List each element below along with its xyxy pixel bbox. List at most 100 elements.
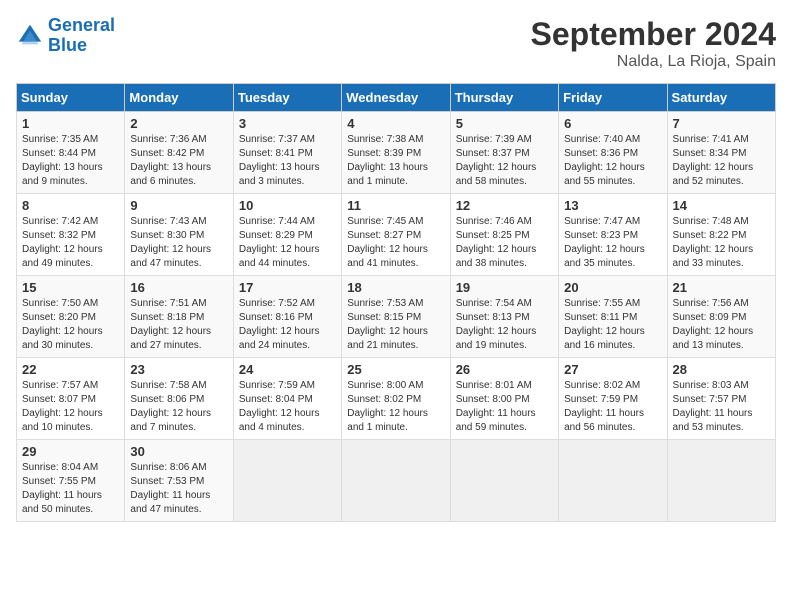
calendar-cell: 30Sunrise: 8:06 AMSunset: 7:53 PMDayligh… — [125, 440, 233, 522]
day-info: Sunrise: 7:50 AMSunset: 8:20 PMDaylight:… — [22, 297, 119, 353]
calendar-cell: 10 Sunrise: 7:44 AMSunset: 8:29 PMDayligh… — [233, 194, 341, 276]
calendar-cell — [342, 440, 450, 522]
day-info: Sunrise: 7:51 AMSunset: 8:18 PMDaylight:… — [130, 297, 227, 353]
day-info: Sunrise: 7:58 AMSunset: 8:06 PMDaylight:… — [130, 379, 227, 435]
day-info: Sunrise: 7:43 AMSunset: 8:30 PMDaylight:… — [130, 215, 227, 271]
calendar-cell: 17 Sunrise: 7:52 AMSunset: 8:16 PMDayligh… — [233, 276, 341, 358]
location: Nalda, La Rioja, Spain — [531, 53, 776, 71]
day-info: Sunrise: 7:47 AMSunset: 8:23 PMDaylight:… — [564, 215, 661, 271]
calendar-week-row: 29 Sunrise: 8:04 AMSunset: 7:55 PMDayligh… — [17, 440, 776, 522]
weekday-header-tuesday: Tuesday — [233, 84, 341, 112]
day-info: Sunrise: 7:48 AMSunset: 8:22 PMDaylight:… — [673, 215, 770, 271]
day-info: Sunrise: 7:39 AMSunset: 8:37 PMDaylight:… — [456, 133, 553, 189]
calendar-cell: 5 Sunrise: 7:39 AMSunset: 8:37 PMDaylight… — [450, 112, 558, 194]
day-number: 30 — [130, 444, 227, 459]
logo-icon — [16, 22, 44, 50]
day-number: 16 — [130, 280, 227, 295]
day-number: 18 — [347, 280, 444, 295]
day-info: Sunrise: 7:38 AMSunset: 8:39 PMDaylight:… — [347, 133, 444, 189]
day-info: Sunrise: 8:02 AMSunset: 7:59 PMDaylight:… — [564, 379, 661, 435]
day-info: Sunrise: 7:37 AMSunset: 8:41 PMDaylight:… — [239, 133, 336, 189]
day-number: 23 — [130, 362, 227, 377]
day-number: 11 — [347, 198, 444, 213]
logo-line2: Blue — [48, 35, 87, 55]
day-info: Sunrise: 7:52 AMSunset: 8:16 PMDaylight:… — [239, 297, 336, 353]
day-number: 10 — [239, 198, 336, 213]
calendar-week-row: 15 Sunrise: 7:50 AMSunset: 8:20 PMDayligh… — [17, 276, 776, 358]
day-number: 29 — [22, 444, 119, 459]
weekday-header-row: SundayMondayTuesdayWednesdayThursdayFrid… — [17, 84, 776, 112]
day-info: Sunrise: 7:57 AMSunset: 8:07 PMDaylight:… — [22, 379, 119, 435]
calendar-cell: 3Sunrise: 7:37 AMSunset: 8:41 PMDaylight… — [233, 112, 341, 194]
day-info: Sunrise: 7:36 AMSunset: 8:42 PMDaylight:… — [130, 133, 227, 189]
day-info: Sunrise: 7:53 AMSunset: 8:15 PMDaylight:… — [347, 297, 444, 353]
calendar-cell: 2 Sunrise: 7:36 AMSunset: 8:42 PMDaylight… — [125, 112, 233, 194]
day-number: 5 — [456, 116, 553, 131]
day-info: Sunrise: 7:41 AMSunset: 8:34 PMDaylight:… — [673, 133, 770, 189]
calendar-cell: 21 Sunrise: 7:56 AMSunset: 8:09 PMDayligh… — [667, 276, 775, 358]
day-number: 19 — [456, 280, 553, 295]
day-info: Sunrise: 8:04 AMSunset: 7:55 PMDaylight:… — [22, 461, 119, 517]
day-info: Sunrise: 7:56 AMSunset: 8:09 PMDaylight:… — [673, 297, 770, 353]
weekday-header-monday: Monday — [125, 84, 233, 112]
calendar-table: SundayMondayTuesdayWednesdayThursdayFrid… — [16, 83, 776, 522]
calendar-cell — [559, 440, 667, 522]
day-info: Sunrise: 7:44 AMSunset: 8:29 PMDaylight:… — [239, 215, 336, 271]
weekday-header-wednesday: Wednesday — [342, 84, 450, 112]
day-number: 17 — [239, 280, 336, 295]
day-number: 26 — [456, 362, 553, 377]
weekday-header-sunday: Sunday — [17, 84, 125, 112]
day-number: 21 — [673, 280, 770, 295]
day-number: 13 — [564, 198, 661, 213]
day-number: 20 — [564, 280, 661, 295]
day-info: Sunrise: 8:03 AMSunset: 7:57 PMDaylight:… — [673, 379, 770, 435]
day-number: 7 — [673, 116, 770, 131]
day-number: 25 — [347, 362, 444, 377]
day-info: Sunrise: 7:35 AMSunset: 8:44 PMDaylight:… — [22, 133, 119, 189]
day-number: 12 — [456, 198, 553, 213]
day-info: Sunrise: 7:59 AMSunset: 8:04 PMDaylight:… — [239, 379, 336, 435]
calendar-cell — [233, 440, 341, 522]
day-number: 4 — [347, 116, 444, 131]
calendar-week-row: 8Sunrise: 7:42 AMSunset: 8:32 PMDaylight… — [17, 194, 776, 276]
day-info: Sunrise: 7:55 AMSunset: 8:11 PMDaylight:… — [564, 297, 661, 353]
weekday-header-friday: Friday — [559, 84, 667, 112]
calendar-cell: 26 Sunrise: 8:01 AMSunset: 8:00 PMDayligh… — [450, 358, 558, 440]
calendar-cell: 25 Sunrise: 8:00 AMSunset: 8:02 PMDayligh… — [342, 358, 450, 440]
calendar-cell: 4 Sunrise: 7:38 AMSunset: 8:39 PMDaylight… — [342, 112, 450, 194]
calendar-cell: 8Sunrise: 7:42 AMSunset: 8:32 PMDaylight… — [17, 194, 125, 276]
day-number: 1 — [22, 116, 119, 131]
logo-text: General Blue — [48, 16, 115, 56]
calendar-cell: 18 Sunrise: 7:53 AMSunset: 8:15 PMDayligh… — [342, 276, 450, 358]
day-number: 15 — [22, 280, 119, 295]
calendar-cell: 9 Sunrise: 7:43 AMSunset: 8:30 PMDaylight… — [125, 194, 233, 276]
day-number: 27 — [564, 362, 661, 377]
calendar-cell: 7 Sunrise: 7:41 AMSunset: 8:34 PMDaylight… — [667, 112, 775, 194]
weekday-header-thursday: Thursday — [450, 84, 558, 112]
day-info: Sunrise: 8:01 AMSunset: 8:00 PMDaylight:… — [456, 379, 553, 435]
calendar-cell: 12 Sunrise: 7:46 AMSunset: 8:25 PMDayligh… — [450, 194, 558, 276]
day-info: Sunrise: 7:46 AMSunset: 8:25 PMDaylight:… — [456, 215, 553, 271]
day-info: Sunrise: 7:54 AMSunset: 8:13 PMDaylight:… — [456, 297, 553, 353]
calendar-cell: 1 Sunrise: 7:35 AMSunset: 8:44 PMDaylight… — [17, 112, 125, 194]
day-number: 24 — [239, 362, 336, 377]
calendar-cell: 22Sunrise: 7:57 AMSunset: 8:07 PMDayligh… — [17, 358, 125, 440]
day-number: 2 — [130, 116, 227, 131]
day-number: 9 — [130, 198, 227, 213]
calendar-week-row: 1 Sunrise: 7:35 AMSunset: 8:44 PMDaylight… — [17, 112, 776, 194]
calendar-cell: 11 Sunrise: 7:45 AMSunset: 8:27 PMDayligh… — [342, 194, 450, 276]
day-info: Sunrise: 8:00 AMSunset: 8:02 PMDaylight:… — [347, 379, 444, 435]
calendar-cell: 20 Sunrise: 7:55 AMSunset: 8:11 PMDayligh… — [559, 276, 667, 358]
calendar-cell: 16 Sunrise: 7:51 AMSunset: 8:18 PMDayligh… — [125, 276, 233, 358]
page-header: General Blue September 2024 Nalda, La Ri… — [16, 16, 776, 71]
logo-line1: General — [48, 15, 115, 35]
calendar-cell — [667, 440, 775, 522]
day-info: Sunrise: 7:40 AMSunset: 8:36 PMDaylight:… — [564, 133, 661, 189]
calendar-week-row: 22Sunrise: 7:57 AMSunset: 8:07 PMDayligh… — [17, 358, 776, 440]
calendar-cell: 27 Sunrise: 8:02 AMSunset: 7:59 PMDayligh… — [559, 358, 667, 440]
day-info: Sunrise: 7:45 AMSunset: 8:27 PMDaylight:… — [347, 215, 444, 271]
day-number: 6 — [564, 116, 661, 131]
calendar-cell: 13 Sunrise: 7:47 AMSunset: 8:23 PMDayligh… — [559, 194, 667, 276]
day-number: 8 — [22, 198, 119, 213]
calendar-cell — [450, 440, 558, 522]
